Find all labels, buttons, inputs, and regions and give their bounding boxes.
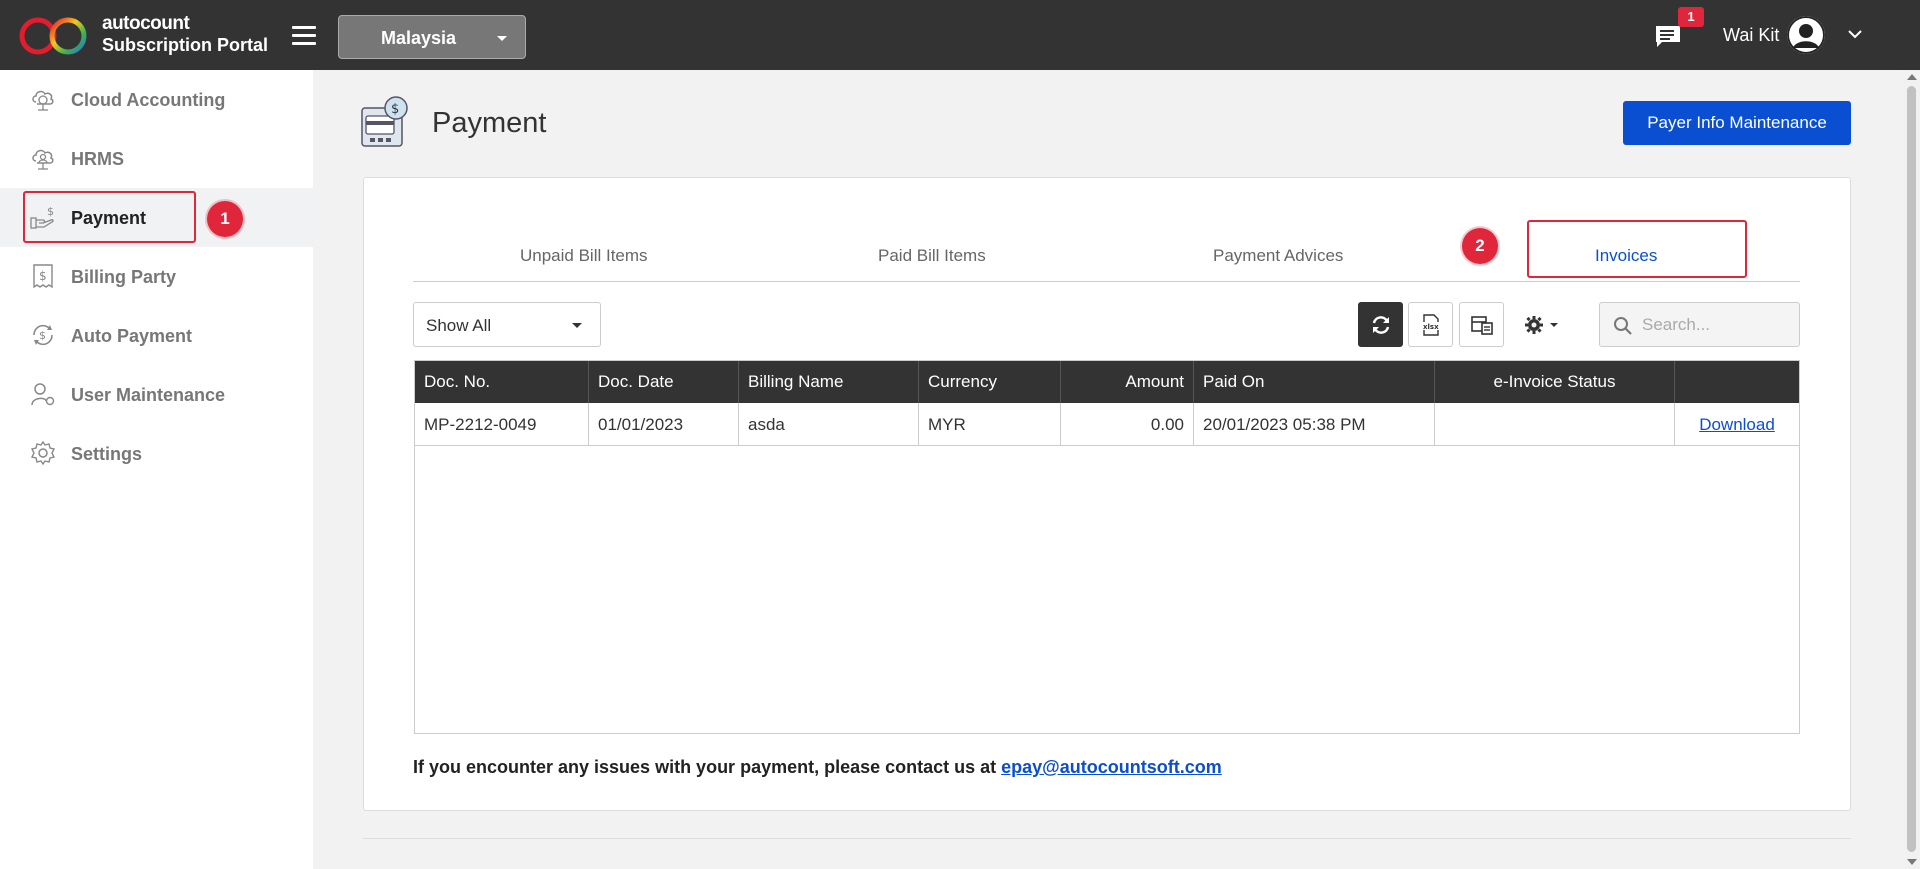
- export-xlsx-button[interactable]: xlsx: [1408, 302, 1453, 347]
- user-maintenance-icon: [31, 383, 55, 406]
- hrms-icon: [32, 149, 54, 170]
- page-scrollbar[interactable]: [1903, 70, 1920, 869]
- sidebar-item-auto-payment[interactable]: $ Auto Payment: [0, 306, 313, 365]
- annotation-box-payment: [23, 191, 196, 243]
- cell-einvoice-status: [1435, 403, 1675, 446]
- search-icon: [1614, 317, 1632, 335]
- user-name[interactable]: Wai Kit: [1723, 25, 1779, 46]
- contact-note-text: If you encounter any issues with your pa…: [413, 757, 1002, 777]
- sidebar-item-label: Billing Party: [71, 267, 177, 287]
- cell-currency: MYR: [919, 403, 1061, 446]
- column-header-billing-name[interactable]: Billing Name: [739, 361, 919, 403]
- cloud-accounting-icon: [32, 90, 54, 111]
- grid-settings-button[interactable]: [1518, 302, 1570, 347]
- svg-text:$: $: [39, 329, 46, 342]
- hamburger-menu-icon[interactable]: [292, 26, 316, 46]
- cell-doc-no: MP-2212-0049: [415, 403, 589, 446]
- cell-amount: 0.00: [1061, 403, 1194, 446]
- caret-down-icon: [497, 36, 507, 41]
- annotation-marker-1: 1: [207, 201, 243, 237]
- annotation-marker-2: 2: [1462, 228, 1498, 264]
- gear-icon: [1525, 316, 1558, 334]
- brand-bottom: Subscription Portal: [102, 35, 269, 55]
- filter-dropdown[interactable]: Show All: [413, 302, 601, 347]
- message-icon[interactable]: [1654, 24, 1682, 48]
- cell-billing-name: asda: [739, 403, 919, 446]
- sidebar-item-label: Auto Payment: [71, 326, 193, 346]
- cell-action: Download: [1675, 403, 1799, 446]
- sidebar-item-label: HRMS: [71, 149, 124, 169]
- sidebar-item-label: Settings: [71, 444, 143, 464]
- svg-text:$: $: [39, 269, 47, 283]
- sidebar-item-user-maintenance[interactable]: User Maintenance: [0, 365, 313, 424]
- avatar[interactable]: [1787, 16, 1825, 54]
- filter-value: Show All: [426, 316, 492, 335]
- tab-paid-bill-items[interactable]: Paid Bill Items: [878, 246, 986, 266]
- table-row[interactable]: MP-2212-0049 01/01/2023 asda MYR 0.00 20…: [415, 403, 1799, 446]
- scrollbar-thumb[interactable]: [1907, 86, 1916, 852]
- auto-payment-icon: $: [33, 324, 53, 346]
- svg-text:$: $: [391, 102, 399, 117]
- sidebar-item-settings[interactable]: Settings: [0, 424, 313, 483]
- scroll-down-arrow-icon[interactable]: [1907, 859, 1917, 865]
- invoices-table: Doc. No. Doc. Date Billing Name Currency…: [414, 360, 1800, 734]
- scroll-up-arrow-icon[interactable]: [1907, 74, 1917, 80]
- contact-note: If you encounter any issues with your pa…: [413, 757, 1222, 778]
- sidebar-item-billing-party[interactable]: $ Billing Party: [0, 247, 313, 306]
- tab-payment-advices[interactable]: Payment Advices: [1213, 246, 1343, 266]
- cell-doc-date: 01/01/2023: [589, 403, 739, 446]
- payment-page-icon: $: [361, 96, 408, 147]
- sidebar-item-label: User Maintenance: [71, 385, 226, 405]
- billing-party-icon: $: [33, 264, 53, 289]
- country-dropdown[interactable]: Malaysia: [338, 15, 526, 59]
- tab-unpaid-bill-items[interactable]: Unpaid Bill Items: [520, 246, 648, 266]
- refresh-icon: [1372, 316, 1390, 334]
- brand-top: autocount: [102, 13, 190, 34]
- column-header-currency[interactable]: Currency: [919, 361, 1061, 403]
- cell-paid-on: 20/01/2023 05:38 PM: [1194, 403, 1435, 446]
- user-avatar-icon: [1787, 16, 1825, 54]
- column-header-einvoice-status[interactable]: e-Invoice Status: [1435, 361, 1675, 403]
- column-header-doc-no[interactable]: Doc. No.: [415, 361, 589, 403]
- sidebar-item-label: Cloud Accounting: [71, 90, 226, 110]
- caret-down-icon: [572, 323, 582, 328]
- autocount-logo[interactable]: [19, 15, 91, 57]
- column-header-doc-date[interactable]: Doc. Date: [589, 361, 739, 403]
- sidebar-item-cloud-accounting[interactable]: Cloud Accounting: [0, 70, 313, 129]
- payer-info-maintenance-button[interactable]: Payer Info Maintenance: [1623, 101, 1851, 145]
- table-header: Doc. No. Doc. Date Billing Name Currency…: [415, 361, 1799, 403]
- svg-text:xlsx: xlsx: [1423, 323, 1439, 331]
- download-link[interactable]: Download: [1699, 415, 1775, 434]
- tab-divider: [413, 281, 1800, 282]
- column-header-action: [1675, 361, 1799, 403]
- notification-badge: 1: [1678, 7, 1704, 27]
- settings-icon: [30, 440, 56, 466]
- sidebar-item-hrms[interactable]: HRMS: [0, 129, 313, 188]
- xlsx-file-icon: xlsx: [1422, 314, 1440, 336]
- column-chooser-icon: [1471, 316, 1493, 335]
- country-label: Malaysia: [381, 28, 457, 48]
- search-input[interactable]: [1642, 314, 1792, 336]
- column-chooser-button[interactable]: [1459, 302, 1504, 347]
- chevron-down-icon[interactable]: [1848, 29, 1862, 39]
- footer-divider: [363, 838, 1851, 839]
- column-header-paid-on[interactable]: Paid On: [1194, 361, 1435, 403]
- page-title: Payment: [432, 107, 547, 139]
- search-box[interactable]: [1599, 302, 1800, 347]
- refresh-button[interactable]: [1358, 302, 1403, 347]
- brand: autocount Subscription Portal: [102, 14, 268, 56]
- column-header-amount[interactable]: Amount: [1061, 361, 1194, 403]
- annotation-box-invoices: [1527, 220, 1747, 278]
- top-bar: autocount Subscription Portal Malaysia 1…: [0, 0, 1920, 70]
- contact-email-link[interactable]: epay@autocountsoft.com: [1001, 757, 1222, 777]
- sidebar: Cloud Accounting HRMS $ Payment $ Billin…: [0, 70, 313, 869]
